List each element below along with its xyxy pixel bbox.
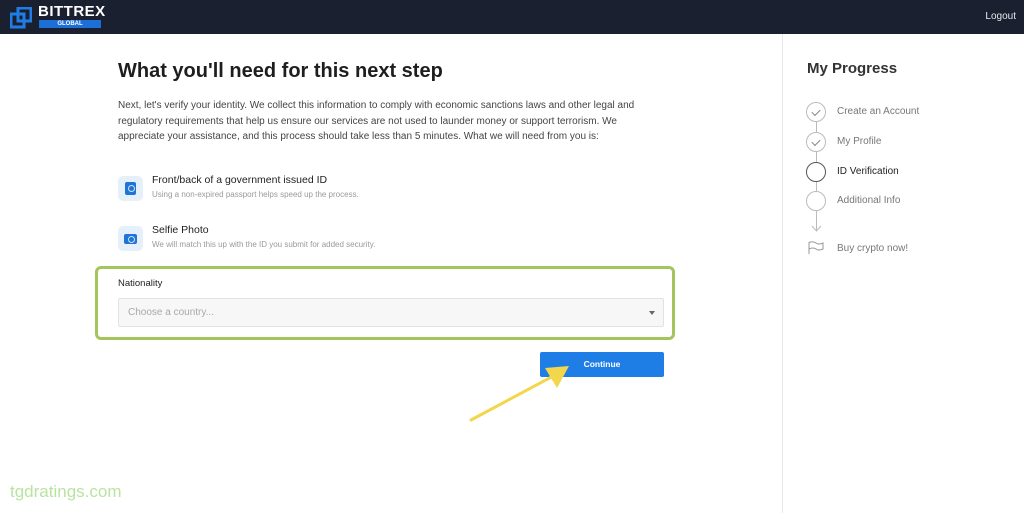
bittrex-logo[interactable]: BITTREX GLOBAL (10, 4, 105, 30)
logout-link[interactable]: Logout (985, 11, 1016, 22)
progress-step-buy-crypto: Buy crypto now! (806, 239, 1006, 261)
annotation-arrow-icon (469, 366, 569, 422)
flag-icon (808, 241, 824, 254)
sidebar-divider (782, 34, 783, 513)
requirement-item: Selfie Photo We will match this up with … (118, 224, 538, 258)
nationality-select[interactable]: Choose a country... (118, 298, 664, 327)
step-label: ID Verification (837, 166, 899, 177)
check-circle-icon (806, 132, 826, 152)
passport-icon (118, 176, 143, 201)
watermark-text: tgdratings.com (10, 482, 122, 501)
empty-circle-icon (806, 191, 826, 211)
nationality-label: Nationality (118, 278, 163, 289)
check-circle-icon (806, 102, 826, 122)
bittrex-logo-icon (10, 7, 32, 29)
top-navbar: BITTREX GLOBAL Logout (0, 0, 1024, 34)
intro-text: Next, let's verify your identity. We col… (118, 100, 635, 142)
requirement-title: Selfie Photo (152, 224, 209, 236)
progress-step-create-account: Create an Account (806, 102, 1006, 124)
camera-icon (118, 226, 143, 251)
progress-step-my-profile: My Profile (806, 132, 1006, 154)
brand-name: BITTREX (38, 3, 106, 20)
progress-step-id-verification: ID Verification (806, 162, 1006, 184)
current-step-circle-icon (806, 162, 826, 182)
arrow-down-icon (811, 225, 822, 232)
progress-steps: Create an Account My Profile ID Verifica… (806, 102, 1006, 272)
step-label: Create an Account (837, 106, 920, 117)
requirement-title: Front/back of a government issued ID (152, 174, 328, 186)
progress-step-additional-info: Additional Info (806, 191, 1006, 213)
step-label: My Profile (837, 136, 882, 147)
brand-subtitle: GLOBAL (39, 20, 101, 28)
requirement-item: Front/back of a government issued ID Usi… (118, 174, 538, 208)
requirement-subtitle: We will match this up with the ID you su… (152, 240, 376, 249)
progress-title: My Progress (807, 60, 898, 77)
requirement-subtitle: Using a non-expired passport helps speed… (152, 190, 359, 199)
nationality-placeholder: Choose a country... (128, 307, 214, 318)
step-label: Additional Info (837, 195, 901, 206)
step-label: Buy crypto now! (837, 243, 909, 254)
page-title: What you'll need for this next step (118, 60, 443, 82)
caret-down-icon (649, 311, 655, 315)
